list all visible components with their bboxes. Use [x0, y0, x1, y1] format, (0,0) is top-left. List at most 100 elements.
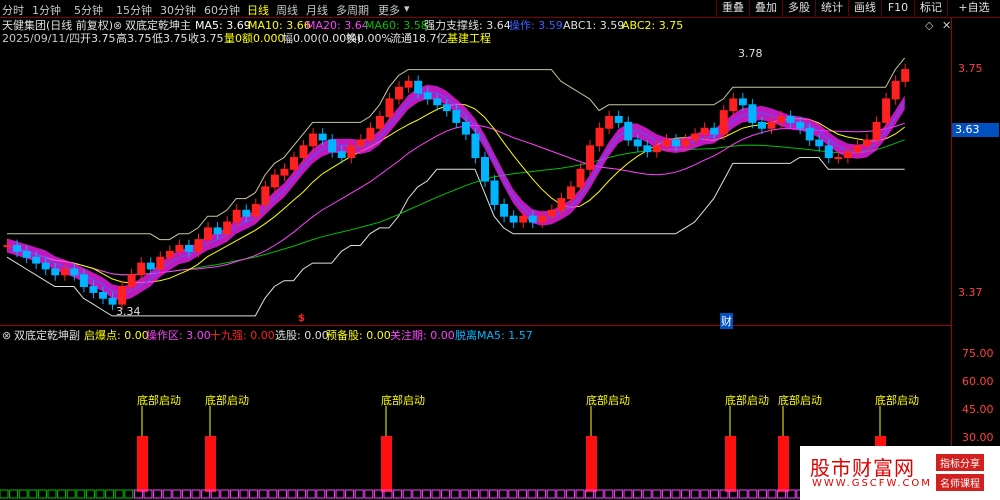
candle-body — [99, 291, 107, 299]
candle-body — [280, 168, 289, 176]
candle-body — [60, 268, 69, 276]
sub-indicator-name[interactable]: 双底定乾坤副 — [14, 329, 80, 342]
quote-close: 收3.75 — [188, 32, 224, 45]
baseline-cell — [57, 489, 67, 499]
candle-body — [891, 80, 900, 100]
candle-body — [872, 121, 881, 141]
candle-body — [156, 256, 165, 270]
baseline-cell — [623, 489, 633, 499]
candle-body — [786, 116, 795, 123]
candle-body — [882, 98, 891, 123]
signal-label: 底部启动 — [725, 393, 769, 407]
collapse-icon[interactable]: ⊗ — [113, 19, 122, 32]
draw-line-button[interactable]: 画线 — [848, 0, 881, 16]
baseline-cell — [95, 489, 105, 499]
baseline-cell — [47, 489, 57, 499]
candle-body — [13, 245, 22, 252]
main-indicator-name[interactable]: 双底定乾坤主 — [125, 19, 191, 32]
baseline-cell — [153, 489, 163, 499]
candle-body — [624, 121, 633, 141]
support-value: 强力支撑线: 3.64 — [424, 19, 511, 32]
tab-more[interactable]: 更多 — [378, 2, 400, 18]
watermark-url: WWW.GSCFW.COM — [812, 478, 932, 489]
candle-body — [127, 274, 136, 288]
baseline-cell — [325, 489, 335, 499]
tab-multi-period[interactable]: 多周期 — [336, 2, 369, 18]
candle-body — [700, 127, 709, 135]
baseline-cell — [642, 489, 652, 499]
stats-button[interactable]: 统计 — [815, 0, 848, 16]
candle-body — [834, 157, 843, 160]
candle-body — [347, 145, 356, 159]
price-label-high: 3.75 — [958, 62, 983, 75]
candle-body — [652, 145, 661, 153]
candle-body — [633, 139, 642, 147]
baseline-cell — [508, 489, 518, 499]
overlay-button[interactable]: 叠加 — [749, 0, 782, 16]
event-marker-right[interactable]: 财 — [720, 313, 733, 329]
candle-body — [824, 145, 833, 159]
prepare-value: 预备股: 0.00 — [326, 329, 391, 342]
add-watchlist-button[interactable]: +自选 — [947, 0, 1000, 16]
sub-collapse-icon[interactable]: ⊗ — [2, 329, 11, 342]
price-label-low: 3.37 — [958, 286, 983, 299]
mark-button[interactable]: 标记 — [914, 0, 947, 16]
candle-body — [184, 245, 193, 252]
tab-fenshi[interactable]: 分时 — [2, 2, 24, 18]
candle-body — [118, 286, 127, 305]
tab-weekly[interactable]: 周线 — [276, 2, 298, 18]
tab-daily[interactable]: 日线 — [247, 2, 269, 18]
baseline-cell — [460, 489, 470, 499]
baseline-cell — [345, 489, 355, 499]
baseline-cell — [364, 489, 374, 499]
f10-button[interactable]: F10 — [881, 0, 914, 16]
signal-label: 底部启动 — [875, 393, 919, 407]
main-chart[interactable] — [0, 46, 951, 325]
baseline-cell — [297, 489, 307, 499]
close-icon[interactable]: ✕ — [942, 19, 951, 32]
baseline-cell — [690, 489, 700, 499]
sector-link[interactable]: 基建工程 — [447, 32, 491, 45]
tab-5min[interactable]: 5分钟 — [74, 2, 103, 18]
candle-body — [175, 245, 184, 252]
tab-30min[interactable]: 30分钟 — [160, 2, 196, 18]
candle-body — [404, 80, 413, 88]
chevron-down-icon[interactable]: ▾ — [404, 2, 410, 15]
abc2-value: ABC2: 3.75 — [622, 19, 684, 32]
multi-stock-button[interactable]: 多股 — [782, 0, 815, 16]
candle-body — [681, 139, 690, 147]
candle-body — [356, 139, 365, 147]
candle-body — [223, 221, 232, 235]
deviate-value: 脱离MA5: 1.57 — [455, 329, 533, 342]
candle-body — [863, 139, 871, 147]
tab-1min[interactable]: 1分钟 — [32, 2, 61, 18]
baseline-cell — [229, 489, 239, 499]
event-marker-left[interactable]: $ — [298, 313, 305, 324]
operate-zone-value: 操作区: 3.00 — [146, 329, 211, 342]
tab-monthly[interactable]: 月线 — [306, 2, 328, 18]
tab-60min[interactable]: 60分钟 — [204, 2, 240, 18]
candle-body — [901, 69, 910, 82]
candle-body — [691, 133, 700, 141]
baseline-cell — [354, 489, 364, 499]
baseline-cell — [450, 489, 460, 499]
baseline-cell — [469, 489, 479, 499]
candle-body — [672, 139, 680, 147]
start-point-value: 启爆点: 0.00 — [84, 329, 149, 342]
select-value: 选股: 0.00 — [275, 329, 329, 342]
candle-body — [423, 92, 432, 100]
baseline-cell — [681, 489, 691, 499]
candle-body — [51, 268, 60, 276]
resistance-line — [7, 57, 906, 241]
baseline-cell — [546, 489, 556, 499]
pane-divider[interactable] — [0, 325, 951, 326]
price-axis-line — [951, 18, 952, 500]
candle-body — [528, 215, 537, 223]
overlap-button[interactable]: 重叠 — [716, 0, 749, 16]
candle-body — [461, 121, 470, 135]
candle-body — [481, 157, 489, 182]
candle-body — [767, 121, 776, 129]
tab-15min[interactable]: 15分钟 — [116, 2, 152, 18]
baseline-cell — [431, 489, 441, 499]
diamond-icon[interactable]: ◇ — [925, 19, 933, 32]
